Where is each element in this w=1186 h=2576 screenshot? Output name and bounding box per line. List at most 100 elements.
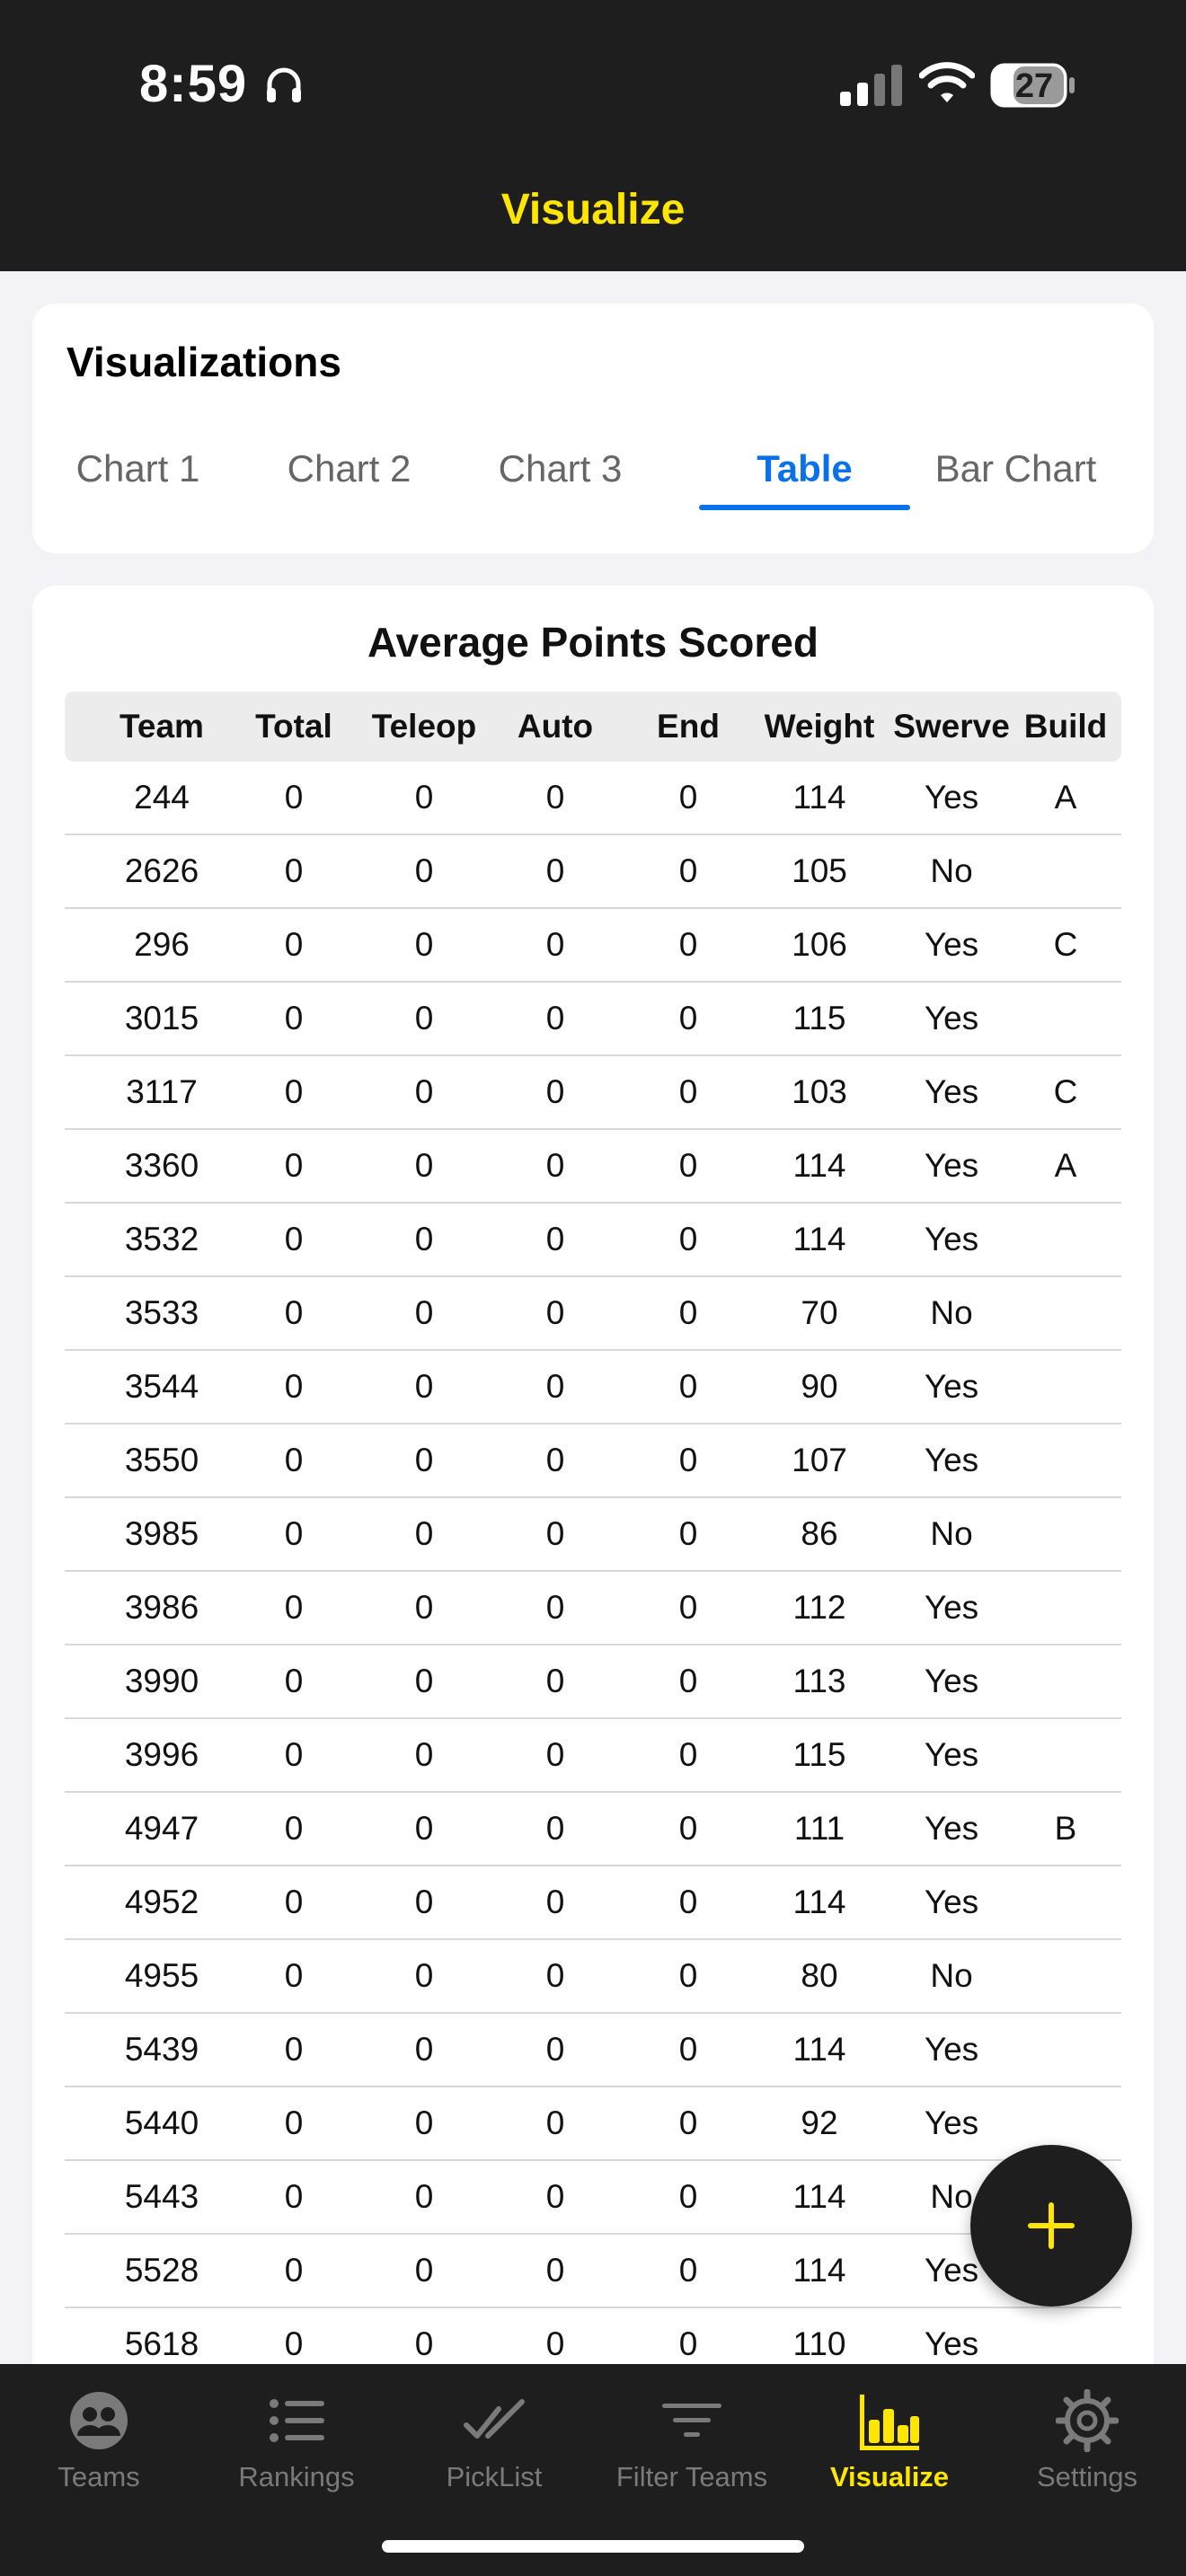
tab-table[interactable]: Table [699, 438, 910, 510]
cell-auto: 0 [545, 1515, 565, 1552]
cell-auto: 0 [545, 2178, 565, 2215]
tabbar-label: Visualize [829, 2461, 950, 2492]
tabbar-item-visualize[interactable]: Visualize [791, 2364, 988, 2508]
cell-team: 3990 [124, 1663, 199, 1699]
battery-level: 27 [1014, 67, 1054, 105]
cell-end: 0 [678, 1000, 698, 1037]
cell-team: 2626 [124, 852, 199, 889]
cell-auto: 0 [545, 1442, 565, 1478]
column-header-weight[interactable]: Weight [748, 692, 891, 762]
cell-team: 3985 [124, 1515, 199, 1552]
table-row: 3533 0 0 0 0 70 No [65, 1277, 1121, 1351]
cell-total: 0 [284, 1515, 304, 1552]
table-body: 244 0 0 0 0 114 Yes A 2626 0 0 0 0 105 No 296 0 0 0 0 106 Yes… [65, 762, 1121, 2382]
cell-end: 0 [678, 2104, 698, 2141]
cell-team: 5443 [124, 2178, 199, 2215]
cell-team: 3015 [124, 1000, 199, 1037]
tab-label: Chart 2 [287, 447, 412, 490]
active-tab-indicator [699, 505, 910, 510]
table-row: 3986 0 0 0 0 112 Yes [65, 1572, 1121, 1645]
column-header-build[interactable]: Build [1016, 692, 1115, 762]
tabbar-label: PickList [446, 2461, 543, 2492]
cell-swerve: Yes [924, 1736, 979, 1773]
cell-weight: 114 [792, 1221, 846, 1257]
nav-header: Visualize [0, 171, 1186, 271]
cell-auto: 0 [545, 1294, 565, 1331]
cell-total: 0 [284, 1294, 304, 1331]
column-header-total[interactable]: Total [244, 692, 343, 762]
cell-team: 4952 [124, 1883, 199, 1920]
table-row: 296 0 0 0 0 106 Yes C [65, 909, 1121, 983]
cell-swerve: Yes [924, 1442, 979, 1478]
cell-teleop: 0 [414, 926, 434, 963]
cell-build [1016, 835, 1115, 907]
cell-end: 0 [678, 2031, 698, 2068]
column-header-swerve[interactable]: Swerve [884, 692, 1019, 762]
cell-team: 5440 [124, 2104, 199, 2141]
tabbar-label: Teams [58, 2461, 140, 2492]
table-row: 3117 0 0 0 0 103 Yes C [65, 1056, 1121, 1130]
cell-total: 0 [284, 2104, 304, 2141]
column-header-auto[interactable]: Auto [501, 692, 609, 762]
cell-end: 0 [678, 2252, 698, 2289]
signal-icon [840, 65, 902, 106]
cell-teleop: 0 [414, 1957, 434, 1994]
cell-total: 0 [284, 1883, 304, 1920]
cell-auto: 0 [545, 926, 565, 963]
cell-weight: 114 [792, 2031, 846, 2068]
cell-swerve: No [930, 1957, 973, 1994]
cell-auto: 0 [545, 2104, 565, 2141]
cell-swerve: Yes [924, 1589, 979, 1626]
cell-total: 0 [284, 926, 304, 963]
cell-swerve: No [930, 1515, 973, 1552]
cell-weight: 70 [801, 1294, 838, 1331]
tab-label: Table [757, 447, 853, 490]
add-button[interactable] [970, 2145, 1132, 2307]
tab-bar-chart[interactable]: Bar Chart [910, 438, 1121, 510]
cell-team: 5528 [124, 2252, 199, 2289]
cell-swerve: Yes [924, 2104, 979, 2141]
table-row: 2626 0 0 0 0 105 No [65, 835, 1121, 909]
table-row: 3985 0 0 0 0 86 No [65, 1498, 1121, 1572]
cell-swerve: Yes [924, 1221, 979, 1257]
cell-end: 0 [678, 1442, 698, 1478]
column-header-end[interactable]: End [639, 692, 738, 762]
tabbar-item-rankings[interactable]: Rankings [198, 2364, 395, 2508]
filter-icon [662, 2404, 721, 2437]
cell-end: 0 [678, 1663, 698, 1699]
checkmarks-icon [464, 2399, 525, 2439]
cell-total: 0 [284, 779, 304, 816]
cell-auto: 0 [545, 1368, 565, 1405]
status-time: 8:59 [139, 55, 248, 113]
cell-total: 0 [284, 1957, 304, 1994]
cell-team: 3360 [124, 1147, 199, 1184]
table-row: 4955 0 0 0 0 80 No [65, 1940, 1121, 2014]
cell-swerve: No [930, 852, 973, 889]
tabbar-item-filter-teams[interactable]: Filter Teams [593, 2364, 791, 2508]
visualizations-card: Visualizations Chart 1 Chart 2 Chart 3 T… [32, 304, 1154, 553]
cell-total: 0 [284, 852, 304, 889]
cell-weight: 92 [801, 2104, 838, 2141]
column-header-team[interactable]: Team [94, 692, 229, 762]
column-header-teleop[interactable]: Teleop [357, 692, 491, 762]
cell-teleop: 0 [414, 1810, 434, 1847]
cell-team: 4955 [124, 1957, 199, 1994]
tabbar-label: Settings [1036, 2461, 1137, 2492]
tab-chart-1[interactable]: Chart 1 [32, 438, 243, 510]
cell-weight: 114 [792, 2252, 846, 2289]
cell-total: 0 [284, 2031, 304, 2068]
cell-team: 3986 [124, 1589, 199, 1626]
tabbar-item-settings[interactable]: Settings [988, 2364, 1186, 2508]
cell-swerve: Yes [924, 926, 979, 963]
cell-build [1016, 1719, 1115, 1791]
tabbar-item-teams[interactable]: Teams [0, 2364, 198, 2508]
tab-chart-2[interactable]: Chart 2 [243, 438, 455, 510]
cell-total: 0 [284, 1663, 304, 1699]
cell-swerve: Yes [924, 1663, 979, 1699]
tab-chart-3[interactable]: Chart 3 [455, 438, 666, 510]
cell-swerve: Yes [924, 1883, 979, 1920]
cell-end: 0 [678, 1957, 698, 1994]
cell-teleop: 0 [414, 1589, 434, 1626]
cell-end: 0 [678, 1294, 698, 1331]
tabbar-item-picklist[interactable]: PickList [395, 2364, 593, 2508]
